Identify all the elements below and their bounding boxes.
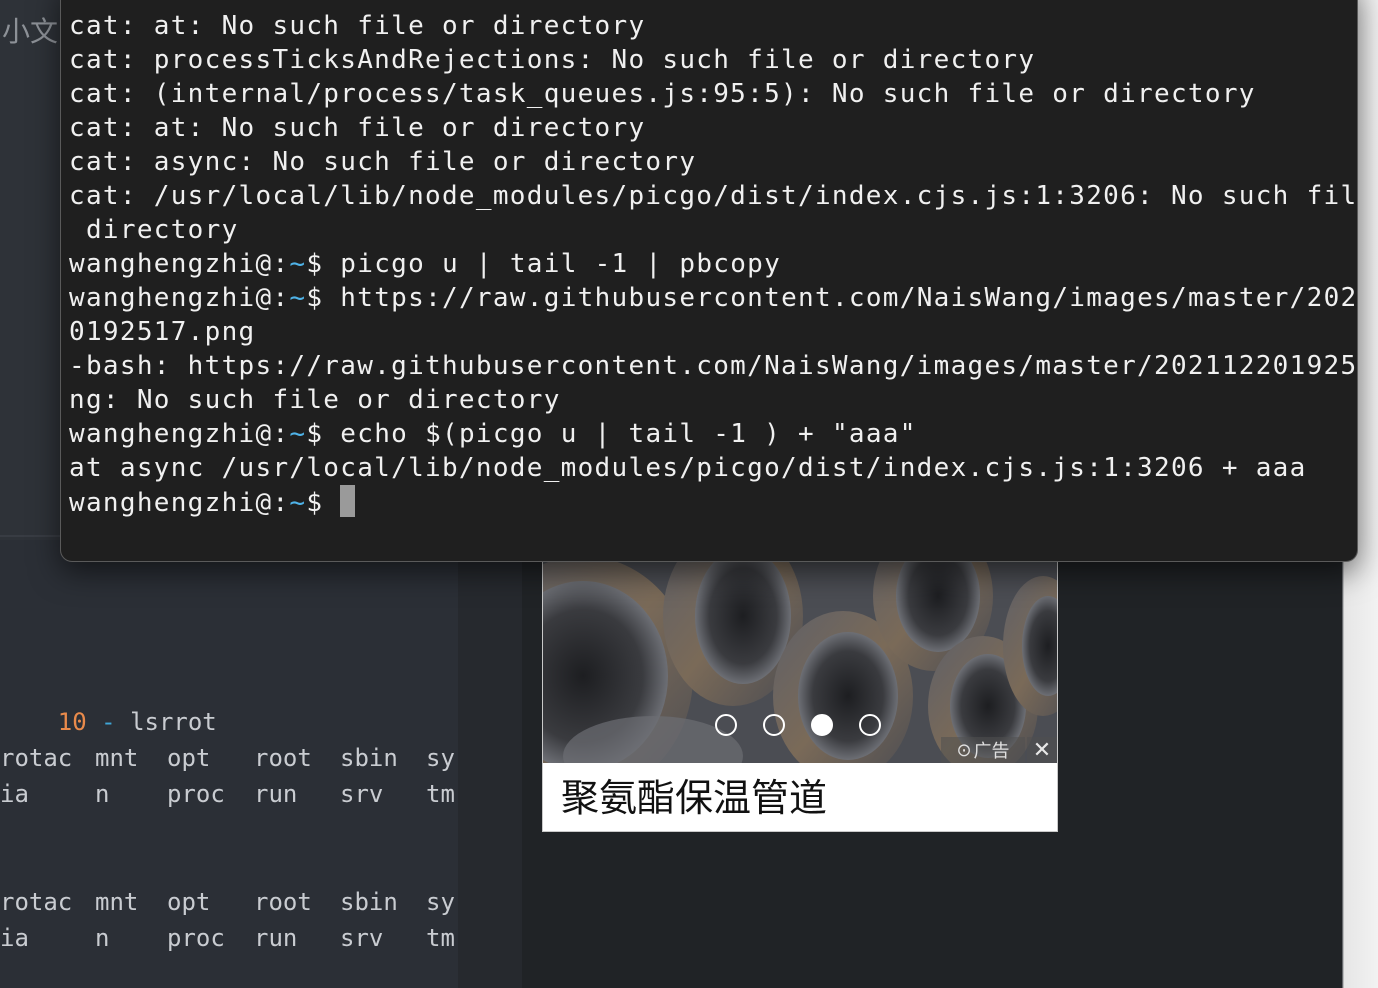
- carousel-dot[interactable]: [811, 714, 833, 736]
- listing-entry: root: [254, 888, 312, 916]
- ad-image-pipes[interactable]: ⊙ 广告 ✕: [543, 556, 1057, 763]
- prompt-symbol: $: [306, 488, 341, 518]
- prompt-line: wanghengzhi@:~$ https://raw.githubuserco…: [69, 281, 1358, 315]
- background-gutter: [458, 540, 522, 988]
- ad-label-text: 广告: [973, 741, 1010, 762]
- listing-entry: sbin: [340, 744, 398, 772]
- prompt-user: wanghengzhi@:: [69, 488, 290, 518]
- terminal-line: cat: /usr/local/lib/node_modules/picgo/d…: [69, 181, 1358, 211]
- carousel-dots: [715, 714, 881, 736]
- listing-entry: root: [254, 744, 312, 772]
- command-output-line: -bash: https://raw.githubusercontent.com…: [69, 351, 1358, 381]
- prompt-user: wanghengzhi@:: [69, 249, 290, 279]
- listing-entry: proc: [167, 924, 225, 952]
- listing-entry: sbin: [340, 888, 398, 916]
- prompt-symbol: $: [306, 283, 341, 313]
- tmux-status-bar: 0bash*: [85, 521, 240, 561]
- listing-entry: srv: [340, 780, 384, 808]
- terminal-line: cat: processTicksAndRejections: No such …: [69, 45, 1036, 75]
- tmux-window-index: 0: [147, 558, 162, 561]
- terminal-line: directory: [69, 215, 239, 245]
- listing-entry: opt: [167, 888, 211, 916]
- listing-entry: rotac: [0, 744, 73, 772]
- listing-entry: tm: [426, 780, 455, 808]
- divider: [0, 535, 60, 537]
- background-left-strip: 小文: [0, 0, 60, 540]
- prompt-user: wanghengzhi@:: [69, 283, 290, 313]
- listing-entry: n: [95, 780, 110, 808]
- carousel-dot[interactable]: [859, 714, 881, 736]
- command-input: picgo u | tail -1 | pbcopy: [340, 249, 782, 279]
- background-terminal-title: lsrrot: [130, 708, 217, 736]
- prompt-directory: ~: [289, 249, 307, 279]
- text-cursor[interactable]: [340, 485, 356, 517]
- command-output-line: 0192517.png: [69, 317, 256, 347]
- carousel-dot[interactable]: [763, 714, 785, 736]
- listing-entry: ia: [0, 780, 29, 808]
- listing-entry: run: [254, 924, 298, 952]
- listing-entry: sy: [426, 888, 455, 916]
- terminal-line: cat: at: No such file or directory: [69, 113, 646, 143]
- command-output-line: at async /usr/local/lib/node_modules/pic…: [69, 453, 1307, 483]
- listing-entry: proc: [167, 780, 225, 808]
- prompt-symbol: $: [306, 419, 341, 449]
- tmux-window-name[interactable]: bash: [162, 558, 224, 561]
- listing-entry: rotac: [0, 888, 73, 916]
- tmux-window-flag: *: [224, 558, 239, 561]
- listing-entry: srv: [340, 924, 384, 952]
- prompt-directory: ~: [289, 419, 307, 449]
- ad-badge: ⊙ 广告 ✕: [941, 737, 1057, 763]
- prompt-user: wanghengzhi@:: [69, 419, 290, 449]
- listing-entry: tm: [426, 924, 455, 952]
- ad-label[interactable]: ⊙ 广告: [941, 737, 1025, 763]
- terminal-output[interactable]: cat: at: No such file or directory cat: p…: [69, 9, 1358, 519]
- listing-entry: n: [95, 924, 110, 952]
- prompt-directory: ~: [289, 283, 307, 313]
- listing-entry: opt: [167, 744, 211, 772]
- prompt-directory: ~: [289, 488, 307, 518]
- ad-target-icon: ⊙: [956, 739, 972, 761]
- background-terminal-number: 10: [57, 708, 87, 736]
- ad-banner[interactable]: ⊙ 广告 ✕ 聚氨酯保温管道: [542, 555, 1058, 832]
- prompt-symbol: $: [306, 249, 341, 279]
- prompt-line: wanghengzhi@:~$ picgo u | tail -1 | pbco…: [69, 247, 1357, 281]
- terminal-line: cat: (internal/process/task_queues.js:95…: [69, 79, 1256, 109]
- carousel-dot[interactable]: [715, 714, 737, 736]
- terminal-line: cat: at: No such file or directory: [69, 11, 646, 41]
- terminal-line: cat: async: No such file or directory: [69, 147, 697, 177]
- listing-entry: mnt: [95, 888, 139, 916]
- listing-entry: mnt: [95, 744, 139, 772]
- listing-entry: run: [254, 780, 298, 808]
- background-title-fragment: 小文: [2, 15, 59, 48]
- background-terminal-dash: -: [101, 708, 116, 736]
- listing-entry: sy: [426, 744, 455, 772]
- close-icon[interactable]: ✕: [1027, 737, 1057, 763]
- terminal-window[interactable]: cat: at: No such file or directory cat: p…: [60, 0, 1358, 562]
- command-input: echo $(picgo u | tail -1 ) + "aaa": [340, 419, 917, 449]
- command-input: https://raw.githubusercontent.com/NaisWa…: [340, 283, 1358, 313]
- listing-entry: ia: [0, 924, 29, 952]
- ad-title[interactable]: 聚氨酯保温管道: [561, 774, 827, 822]
- command-output-line: ng: No such file or directory: [69, 385, 561, 415]
- prompt-line: wanghengzhi@:~$ echo $(picgo u | tail -1…: [69, 417, 1357, 451]
- prompt-line: wanghengzhi@:~$: [69, 485, 1357, 519]
- background-terminal-output: 10 - lsrrot rotac mnt opt root sbin sy ia n proc…: [0, 540, 458, 988]
